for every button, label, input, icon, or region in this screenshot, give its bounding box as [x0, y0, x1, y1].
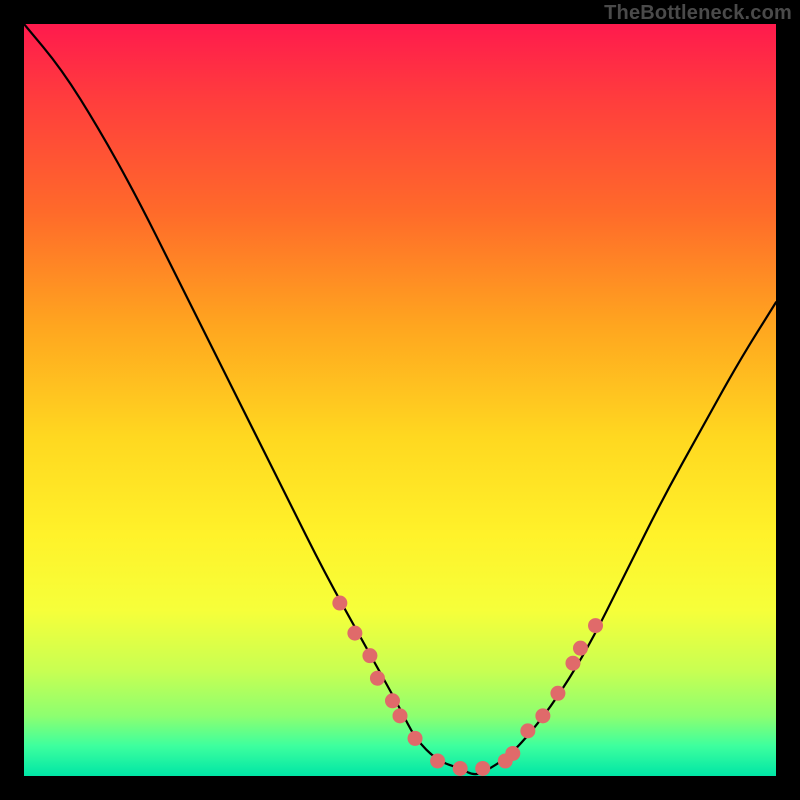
highlight-dot	[550, 686, 565, 701]
highlight-dot	[565, 656, 580, 671]
highlight-dot	[385, 693, 400, 708]
highlight-dot	[430, 753, 445, 768]
highlight-marker-group	[332, 596, 603, 776]
highlight-dot	[393, 708, 408, 723]
highlight-dot	[588, 618, 603, 633]
bottleneck-curve-line	[24, 24, 776, 774]
highlight-dot	[475, 761, 490, 776]
highlight-dot	[362, 648, 377, 663]
highlight-dot	[370, 671, 385, 686]
bottleneck-chart	[24, 24, 776, 776]
watermark-text: TheBottleneck.com	[604, 2, 792, 25]
highlight-dot	[453, 761, 468, 776]
highlight-dot	[573, 641, 588, 656]
highlight-dot	[520, 723, 535, 738]
highlight-dot	[332, 596, 347, 611]
highlight-dot	[408, 731, 423, 746]
highlight-dot	[535, 708, 550, 723]
highlight-dot	[347, 626, 362, 641]
highlight-dot	[505, 746, 520, 761]
